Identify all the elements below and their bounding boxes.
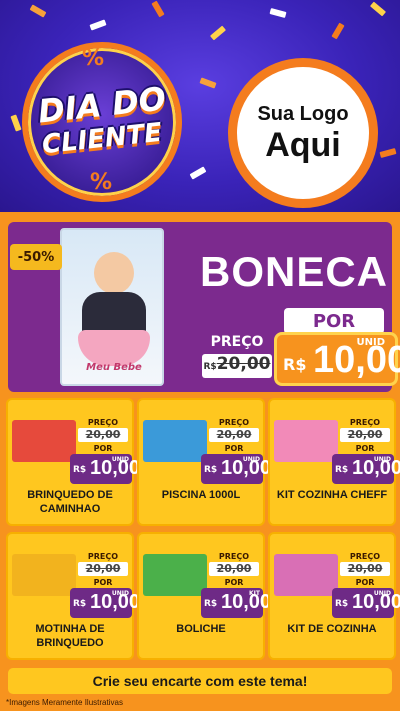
doll-product-image: Meu Bebe xyxy=(60,228,164,386)
preco-label: PREÇO xyxy=(349,418,381,427)
header-banner: % % DIA DO CLIENTE Sua Logo Aqui xyxy=(0,0,400,212)
product-image xyxy=(274,420,338,462)
unit-label: UNID xyxy=(373,456,391,463)
product-card[interactable]: PREÇO 20,00 POR R$ 10,00 UNID PISCINA 10… xyxy=(137,398,271,526)
confetti xyxy=(199,77,217,89)
discount-badge: -50% xyxy=(10,244,62,270)
preco-label: PREÇO xyxy=(87,418,119,427)
confetti xyxy=(151,0,165,18)
por-label: POR xyxy=(93,578,113,587)
product-name: BOLICHE xyxy=(176,623,226,635)
old-price: 20,00 xyxy=(209,562,259,576)
confetti xyxy=(209,25,227,41)
new-price: UNID R$ 10,00 xyxy=(274,332,400,386)
doll-skirt xyxy=(78,330,150,366)
old-price: 20,00 xyxy=(340,562,390,576)
por-label: POR xyxy=(93,444,113,453)
product-name: PISCINA 1000L xyxy=(161,489,241,501)
currency-label: R$ xyxy=(335,465,349,475)
confetti xyxy=(89,19,107,31)
new-price: R$ 10,00 UNID xyxy=(332,588,400,618)
confetti xyxy=(379,148,397,158)
confetti xyxy=(269,8,287,18)
currency-label: R$ xyxy=(283,355,307,374)
product-card[interactable]: PREÇO 20,00 POR R$ 10,00 UNID KIT COZINH… xyxy=(268,398,400,526)
product-image xyxy=(12,420,76,462)
hero-product-title: BONECA xyxy=(199,248,388,295)
new-price: R$ 10,00 UNID xyxy=(70,454,140,484)
confetti xyxy=(10,114,22,132)
preco-label: PREÇO xyxy=(218,552,250,561)
product-card[interactable]: PREÇO 20,00 POR R$ 10,00 UNID MOTINHA DE… xyxy=(6,532,140,660)
old-price-value: 20,00 xyxy=(216,354,271,374)
currency-label: R$ xyxy=(335,599,349,609)
cta-banner[interactable]: Crie seu encarte com este tema! xyxy=(8,668,392,694)
new-price: R$ 10,00 UNID xyxy=(332,454,400,484)
confetti xyxy=(29,4,47,18)
old-price-currency: R$ xyxy=(203,362,217,372)
event-emblem: % % DIA DO CLIENTE xyxy=(22,42,182,202)
old-price: 20,00 xyxy=(78,562,128,576)
old-price: 20,00 xyxy=(209,428,259,442)
preco-label: PREÇO xyxy=(210,334,264,350)
product-name: KIT COZINHA CHEFF xyxy=(276,489,388,501)
new-price-value: 10,00 xyxy=(221,591,272,613)
product-name: MOTINHA DE BRINQUEDO xyxy=(35,623,105,649)
confetti xyxy=(369,1,387,17)
product-image xyxy=(143,554,207,596)
preco-label: PREÇO xyxy=(87,552,119,561)
unit-label: UNID xyxy=(111,590,129,597)
por-label: POR xyxy=(284,308,384,334)
logo-line1: Sua Logo xyxy=(257,103,349,125)
product-name: BRINQUEDO DE CAMINHAO xyxy=(27,489,113,515)
product-name: KIT DE COZINHA xyxy=(287,623,377,635)
currency-label: R$ xyxy=(204,599,218,609)
product-image xyxy=(274,554,338,596)
por-label: POR xyxy=(355,444,375,453)
unit-label: UNID xyxy=(373,590,391,597)
box-label: Meu Bebe xyxy=(86,362,142,373)
product-image xyxy=(143,420,207,462)
product-image xyxy=(12,554,76,596)
logo-line2: Aqui xyxy=(265,126,341,164)
confetti xyxy=(189,166,207,180)
por-label: POR xyxy=(355,578,375,587)
percent-symbol: % xyxy=(90,170,113,195)
currency-label: R$ xyxy=(73,599,87,609)
new-price: R$ 10,00 KIT xyxy=(201,588,271,618)
doll-head xyxy=(94,252,134,294)
old-price: 20,00 xyxy=(340,428,390,442)
por-label: POR xyxy=(224,444,244,453)
product-card[interactable]: PREÇO 20,00 POR R$ 10,00 UNID BRINQUEDO … xyxy=(6,398,140,526)
new-price-value: 10,00 xyxy=(313,339,400,381)
unit-label: KIT xyxy=(249,590,260,597)
unit-label: UNID xyxy=(111,456,129,463)
currency-label: R$ xyxy=(73,465,87,475)
percent-symbol: % xyxy=(82,46,105,71)
product-card[interactable]: PREÇO 20,00 POR R$ 10,00 UNID KIT DE COZ… xyxy=(268,532,400,660)
confetti xyxy=(331,22,345,40)
new-price: R$ 10,00 UNID xyxy=(70,588,140,618)
por-label: POR xyxy=(224,578,244,587)
old-price: R$20,00 xyxy=(202,354,272,378)
unit-label: UNID xyxy=(242,456,260,463)
new-price: R$ 10,00 UNID xyxy=(201,454,271,484)
hero-offer[interactable]: Meu Bebe -50% BONECA POR PREÇO R$20,00 U… xyxy=(8,222,400,392)
disclaimer: *Imagens Meramente Ilustrativas xyxy=(6,698,123,707)
product-card[interactable]: PREÇO 20,00 POR R$ 10,00 KIT BOLICHE xyxy=(137,532,271,660)
preco-label: PREÇO xyxy=(218,418,250,427)
old-price: 20,00 xyxy=(78,428,128,442)
currency-label: R$ xyxy=(204,465,218,475)
store-logo-placeholder[interactable]: Sua Logo Aqui xyxy=(228,58,378,208)
preco-label: PREÇO xyxy=(349,552,381,561)
